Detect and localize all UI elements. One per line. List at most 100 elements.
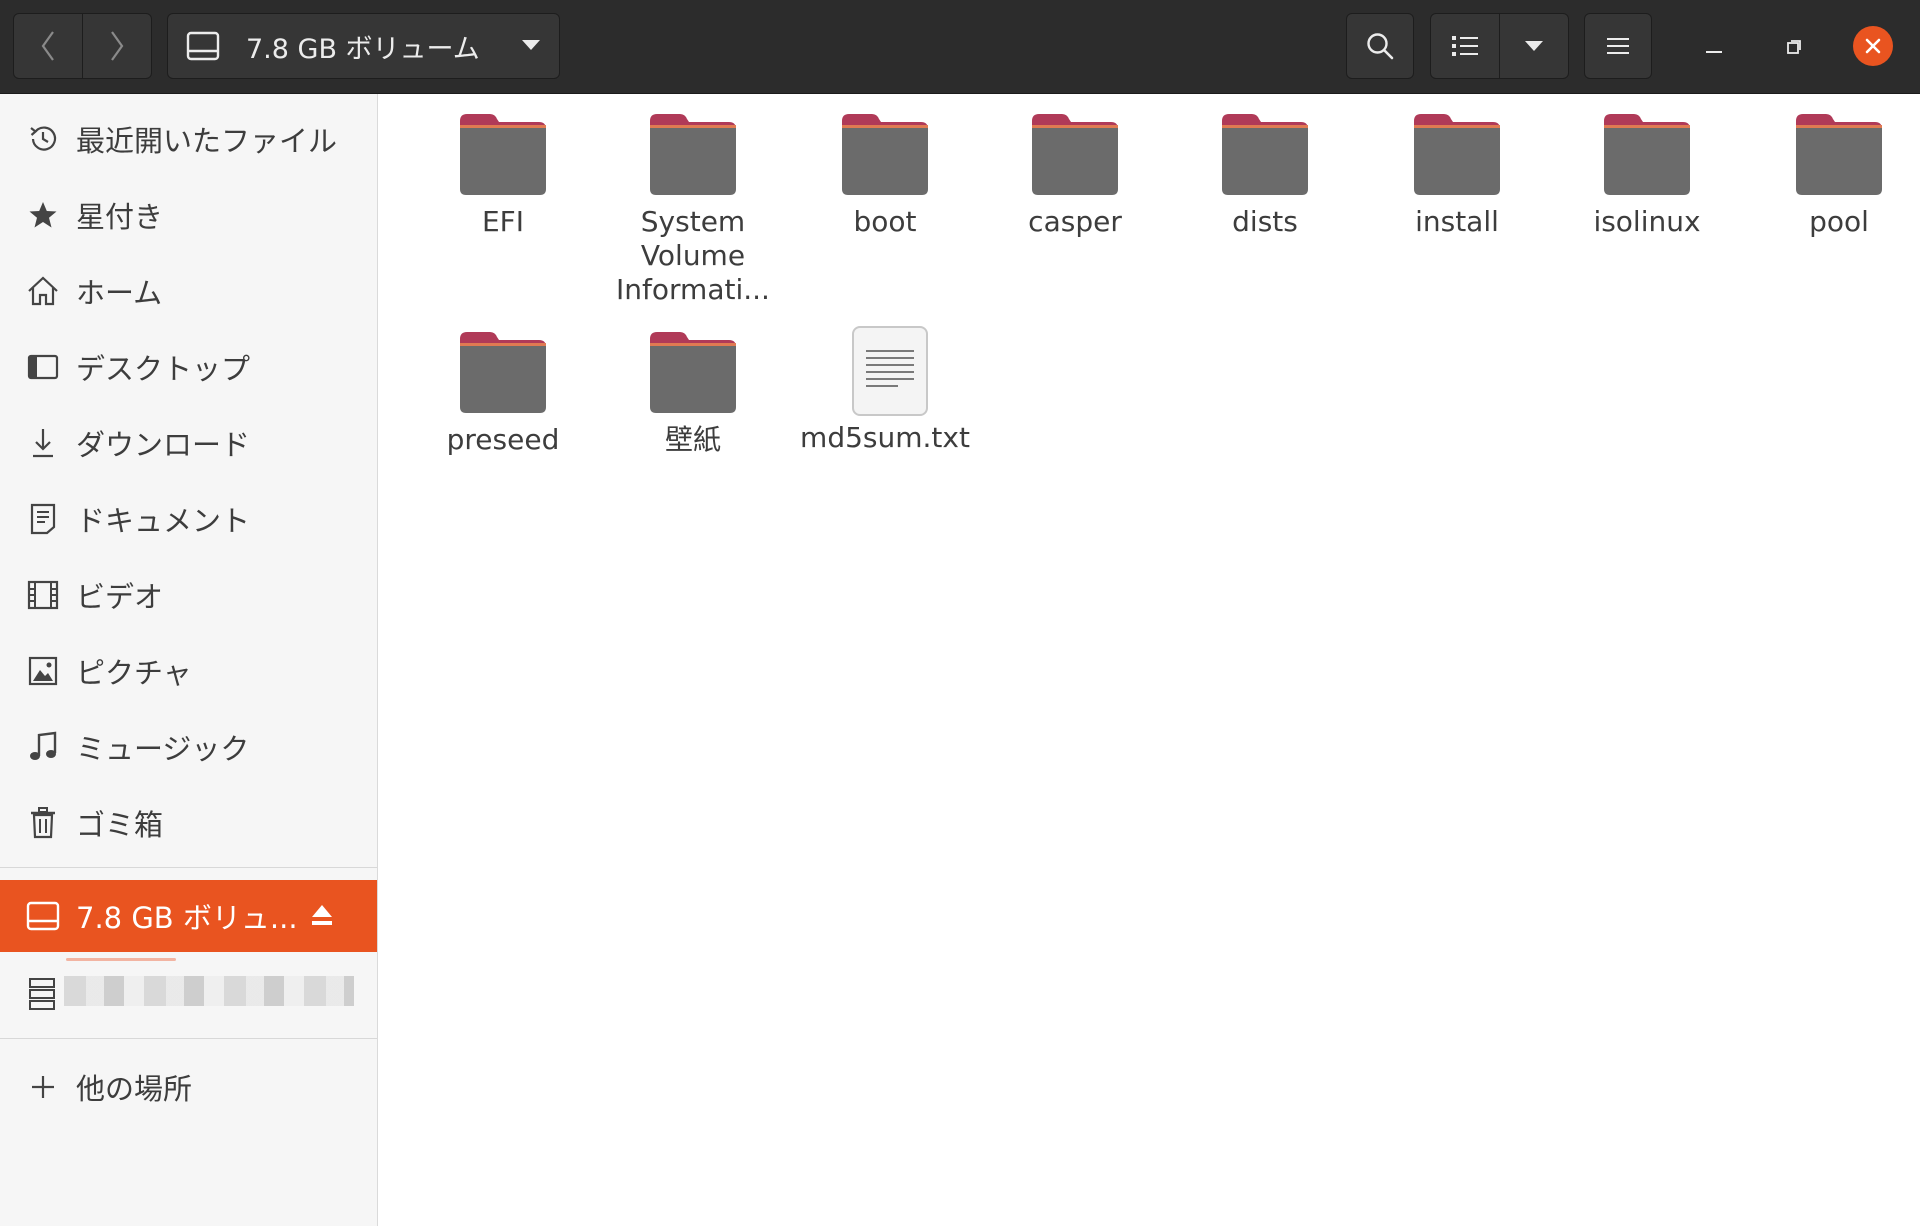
sidebar-item-desktop[interactable]: デスクトップ [0, 332, 377, 402]
folder-item[interactable]: install [1367, 111, 1547, 239]
file-name: preseed [446, 423, 560, 456]
sidebar-item-trash[interactable]: ゴミ箱 [0, 788, 377, 858]
file-name: md5sum.txt [800, 421, 970, 454]
search-button[interactable] [1346, 13, 1414, 79]
sidebar-separator [0, 1038, 377, 1039]
file-name: pool [1809, 205, 1869, 238]
sidebar-item-starred[interactable]: 星付き [0, 180, 377, 250]
trash-icon [26, 806, 60, 840]
drive-icon [26, 899, 60, 933]
file-name: isolinux [1593, 205, 1701, 238]
sidebar-item-label: 他の場所 [76, 1072, 193, 1106]
network-server-icon [26, 977, 60, 1011]
folder-icon [650, 332, 736, 413]
sidebar-item-recent[interactable]: 最近開いたファイル [0, 104, 377, 174]
file-name: casper [1028, 205, 1122, 238]
star-icon [26, 198, 60, 232]
sidebar-item-label: ダウンロード [76, 428, 251, 462]
text-file-icon [852, 326, 928, 416]
file-manager-window: 7.8 GB ボリューム 最近開いたファイル 星付き ホーム デスクトップ ダウ… [0, 0, 1920, 1226]
folder-icon [1414, 114, 1500, 195]
list-view-icon [1452, 36, 1478, 56]
sidebar-item-label: ミュージック [76, 732, 250, 766]
sidebar-item-label: ホーム [76, 276, 163, 310]
clock-icon [26, 122, 60, 156]
eject-icon[interactable] [310, 902, 334, 928]
list-view-button[interactable] [1431, 14, 1499, 78]
navigation-buttons [13, 13, 152, 79]
folder-icon [1032, 114, 1118, 195]
sidebar-item-home[interactable]: ホーム [0, 256, 377, 326]
view-options-button[interactable] [1499, 14, 1568, 78]
folder-item[interactable]: EFI [413, 111, 593, 239]
folder-item[interactable]: casper [985, 111, 1165, 239]
back-button[interactable] [14, 14, 82, 78]
sidebar-item-videos[interactable]: ビデオ [0, 560, 377, 630]
view-controls [1430, 13, 1569, 79]
folder-icon [1604, 114, 1690, 195]
maximize-button[interactable] [1769, 22, 1819, 72]
hamburger-icon [1607, 38, 1629, 54]
caret-down-icon [1525, 41, 1543, 51]
file-name: install [1415, 205, 1499, 238]
sidebar-item-label: デスクトップ [76, 352, 251, 386]
sidebar-item-label: ビデオ [76, 580, 164, 614]
search-icon [1367, 33, 1394, 60]
folder-item[interactable]: isolinux [1557, 111, 1737, 239]
sidebar-item-network-server[interactable] [0, 956, 377, 1032]
close-button[interactable] [1853, 26, 1893, 66]
folder-icon [1796, 114, 1882, 195]
document-icon [26, 502, 60, 536]
sidebar-item-label: ドキュメント [76, 504, 251, 538]
sidebar-item-documents[interactable]: ドキュメント [0, 484, 377, 554]
chevron-left-icon [41, 31, 54, 61]
chevron-right-icon [111, 31, 124, 61]
caret-down-icon [522, 40, 540, 50]
sidebar-item-label: 星付き [76, 200, 164, 234]
home-icon [26, 274, 60, 308]
sidebar-item-other-locations[interactable]: 他の場所 [0, 1052, 377, 1122]
location-label: 7.8 GB ボリューム [246, 33, 480, 65]
folder-icon [1222, 114, 1308, 195]
sidebar: 最近開いたファイル 星付き ホーム デスクトップ ダウンロード ドキュメント ビ… [0, 94, 378, 1226]
redacted-label [64, 976, 354, 1006]
text-file-item[interactable]: md5sum.txt [795, 325, 975, 455]
file-name: 壁紙 [664, 423, 721, 456]
file-name: System Volume Informati... [616, 205, 770, 306]
sidebar-item-volume[interactable]: 7.8 GB ボリュ... [0, 880, 377, 952]
video-icon [26, 578, 60, 612]
folder-item[interactable]: preseed [413, 329, 593, 457]
location-button[interactable]: 7.8 GB ボリューム [167, 13, 560, 79]
sidebar-item-label: ゴミ箱 [76, 808, 164, 842]
minimize-button[interactable] [1689, 22, 1739, 72]
sidebar-item-label: 最近開いたファイル [76, 124, 338, 158]
menu-button[interactable] [1584, 13, 1652, 79]
sidebar-separator [0, 867, 377, 868]
forward-button[interactable] [82, 14, 151, 78]
sidebar-item-pictures[interactable]: ピクチャ [0, 636, 377, 706]
sidebar-item-music[interactable]: ミュージック [0, 712, 377, 782]
folder-item[interactable]: System Volume Informati... [603, 111, 783, 307]
folder-item[interactable]: 壁紙 [603, 329, 783, 457]
minimize-icon [1706, 51, 1722, 53]
folder-item[interactable]: boot [795, 111, 975, 239]
close-icon [1865, 38, 1881, 54]
folder-item[interactable]: pool [1749, 111, 1920, 239]
sidebar-item-label: ピクチャ [76, 656, 192, 690]
sidebar-item-label: 7.8 GB ボリュ... [76, 901, 298, 935]
file-view: EFI System Volume Informati... boot casp… [378, 94, 1920, 1226]
picture-icon [26, 654, 60, 688]
folder-icon [460, 332, 546, 413]
drive-icon [186, 29, 220, 63]
header-bar: 7.8 GB ボリューム [0, 0, 1920, 94]
folder-icon [842, 114, 928, 195]
sidebar-item-downloads[interactable]: ダウンロード [0, 408, 377, 478]
decorative-mark [66, 958, 176, 961]
desktop-icon [26, 350, 60, 384]
file-name: boot [853, 205, 917, 238]
download-icon [26, 426, 60, 460]
file-name: dists [1232, 205, 1298, 238]
folder-item[interactable]: dists [1175, 111, 1355, 239]
file-name: EFI [481, 205, 525, 238]
music-icon [26, 730, 60, 764]
